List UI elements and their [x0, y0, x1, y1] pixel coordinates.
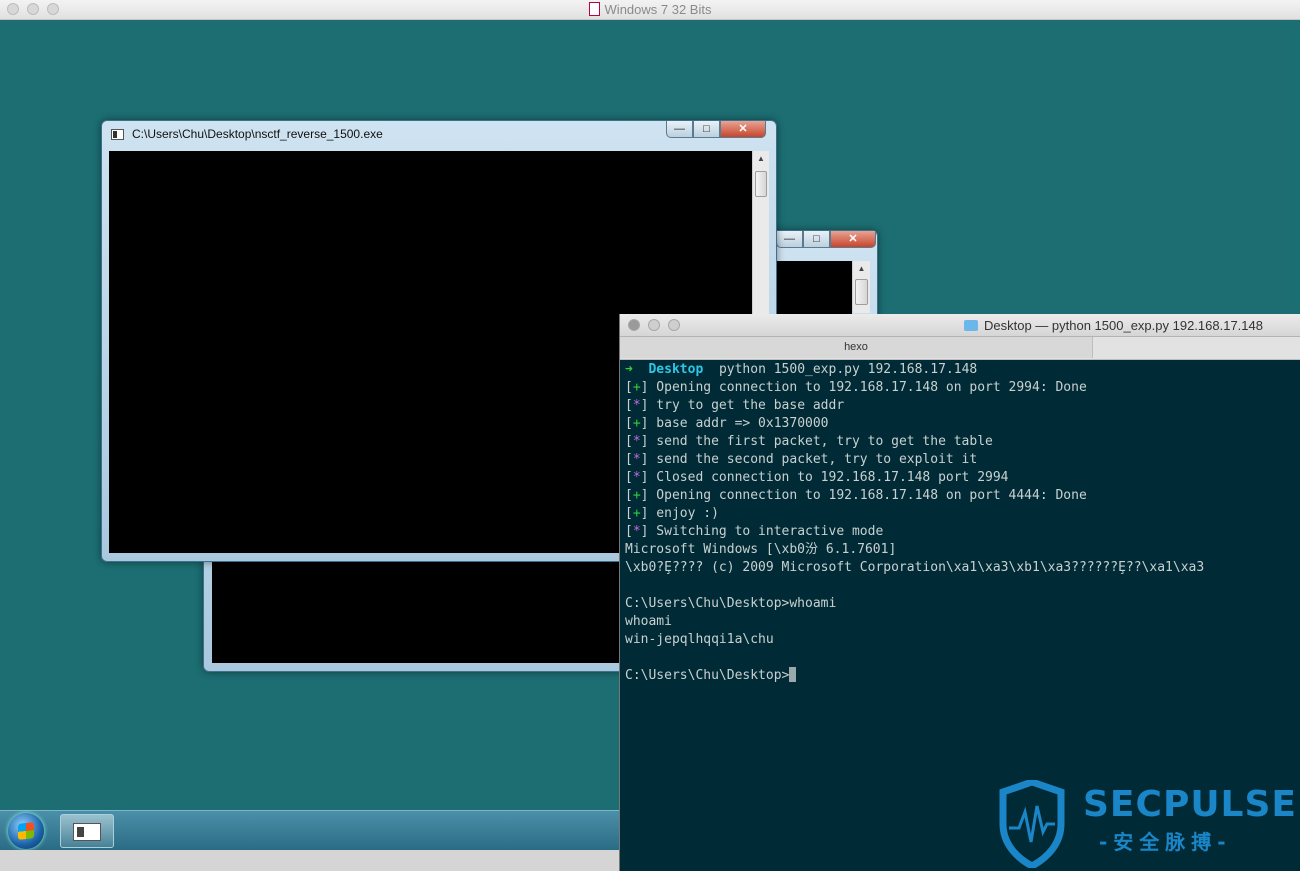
- close-button[interactable]: ✕: [830, 231, 876, 248]
- log-line: [*] try to get the base addr: [625, 398, 845, 413]
- output-line: \xb0?Ȩ???? (c) 2009 Microsoft Corporatio…: [625, 560, 1205, 575]
- status-badge: *: [632, 470, 641, 485]
- status-badge: +: [632, 488, 641, 503]
- minimize-button[interactable]: —: [776, 231, 803, 248]
- folder-icon: [964, 320, 978, 331]
- log-line: [+] Opening connection to 192.168.17.148…: [625, 380, 1087, 395]
- status-badge: +: [632, 416, 641, 431]
- log-line: [*] Closed connection to 192.168.17.148 …: [625, 470, 1009, 485]
- log-line: [+] base addr => 0x1370000: [625, 416, 829, 431]
- vm-window-title: Windows 7 32 Bits: [0, 2, 1300, 17]
- minimize-light-button[interactable]: [648, 319, 660, 331]
- terminal-titlebar: Desktop — python 1500_exp.py 192.168.17.…: [620, 314, 1300, 337]
- log-line: [*] send the first packet, try to get th…: [625, 434, 993, 449]
- close-button[interactable]: ✕: [720, 121, 766, 138]
- maximize-button[interactable]: □: [693, 121, 720, 138]
- terminal-title: Desktop — python 1500_exp.py 192.168.17.…: [964, 318, 1263, 333]
- prompt-line: ➜ Desktop python 1500_exp.py 192.168.17.…: [625, 361, 1300, 379]
- secpulse-watermark: SECPULSE -安全脉搏-: [995, 780, 1300, 871]
- scroll-thumb[interactable]: [855, 279, 868, 305]
- taskbar-console-button[interactable]: [60, 814, 114, 848]
- shield-logo-icon: [999, 780, 1065, 868]
- zoom-light-button[interactable]: [668, 319, 680, 331]
- vertical-scrollbar[interactable]: ▲: [852, 261, 870, 313]
- status-badge: *: [632, 434, 641, 449]
- prompt-arrow-icon: ➜: [625, 362, 633, 377]
- document-icon: [588, 2, 600, 16]
- status-badge: *: [632, 398, 641, 413]
- status-badge: *: [632, 524, 641, 539]
- terminal-tabbar: hexo: [620, 337, 1300, 360]
- output-line: C:\Users\Chu\Desktop>whoami: [625, 596, 837, 611]
- log-line: [+] enjoy :): [625, 506, 719, 521]
- console-app-icon[interactable]: [111, 129, 124, 140]
- output-line: whoami: [625, 614, 672, 629]
- taskbar: [0, 810, 620, 851]
- log-line: [*] send the second packet, try to explo…: [625, 452, 978, 467]
- scroll-up-icon[interactable]: ▲: [853, 261, 870, 277]
- log-line: [+] Opening connection to 192.168.17.148…: [625, 488, 1087, 503]
- text-cursor: [789, 667, 797, 682]
- window-title: C:\Users\Chu\Desktop\nsctf_reverse_1500.…: [132, 127, 383, 141]
- prompt-command: python 1500_exp.py 192.168.17.148: [718, 362, 978, 377]
- maximize-button[interactable]: □: [803, 231, 830, 248]
- minimize-button[interactable]: —: [666, 121, 693, 138]
- cmd-prompt: C:\Users\Chu\Desktop>: [625, 668, 790, 683]
- tab-hexo[interactable]: hexo: [620, 337, 1093, 358]
- status-badge: +: [632, 380, 641, 395]
- prompt-directory: Desktop: [648, 362, 704, 377]
- close-light-button[interactable]: [628, 319, 640, 331]
- scroll-thumb[interactable]: [755, 171, 767, 197]
- status-badge: *: [632, 452, 641, 467]
- watermark-subtitle: -安全脉搏-: [1099, 830, 1232, 854]
- status-badge: +: [632, 506, 641, 521]
- start-button[interactable]: [8, 813, 44, 849]
- terminal-output[interactable]: ➜ Desktop python 1500_exp.py 192.168.17.…: [625, 361, 1300, 685]
- windows-logo-icon: [18, 822, 34, 840]
- host-window-bottom: [0, 850, 620, 871]
- vm-titlebar: Windows 7 32 Bits: [0, 0, 1300, 20]
- console-icon: [73, 823, 101, 841]
- watermark-brand: SECPULSE: [1083, 784, 1298, 825]
- scroll-up-icon[interactable]: ▲: [753, 151, 769, 167]
- log-line: [*] Switching to interactive mode: [625, 524, 884, 539]
- output-line: win-jepqlhqqi1a\chu: [625, 632, 774, 647]
- command-prompt-line[interactable]: C:\Users\Chu\Desktop>: [625, 667, 1300, 685]
- output-line: Microsoft Windows [\xb0汾 6.1.7601]: [625, 542, 897, 557]
